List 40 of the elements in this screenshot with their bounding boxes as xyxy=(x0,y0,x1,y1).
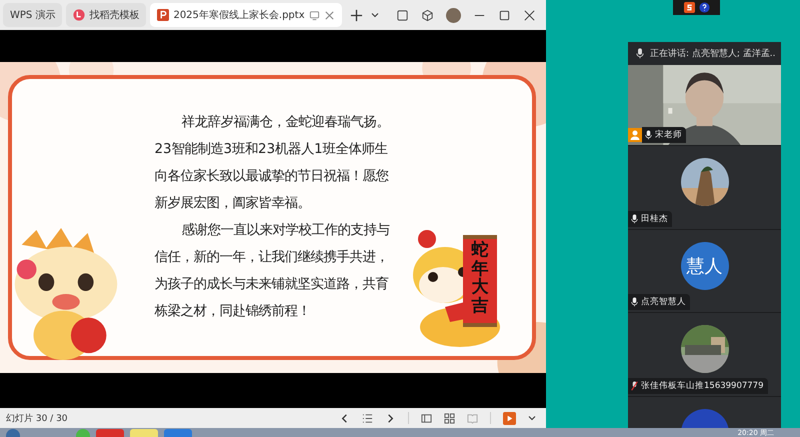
next-icon[interactable] xyxy=(385,412,396,424)
participant-name: 点亮智慧人 xyxy=(641,296,686,308)
slide-counter: 幻灯片 30 / 30 xyxy=(6,412,68,424)
tab[interactable]: WPS 演示 xyxy=(3,3,62,27)
dropdown-caret-icon[interactable] xyxy=(370,11,379,19)
microphone-icon[interactable] xyxy=(636,48,644,60)
slide-paragraph: 感谢您一直以来对学校工作的支持与信任，新的一年，让我们继续携手共进，为孩子的成长与未来铺就坚实道路，共育栋梁之材，同赴锦绣前程！ xyxy=(154,222,390,321)
presentation-file-icon xyxy=(157,9,170,21)
screen-icon[interactable] xyxy=(308,10,320,20)
previous-icon[interactable] xyxy=(339,412,350,424)
participant-name: 宋老师 xyxy=(655,129,682,142)
close-icon[interactable] xyxy=(523,8,536,22)
cube-icon[interactable] xyxy=(421,8,434,22)
user-avatar[interactable] xyxy=(446,8,461,22)
slide-paragraph: 祥龙辞岁福满仓，金蛇迎春瑞气扬。23智能制造3班和23机器人1班全体师生向各位家长致以最诚挚的节日祝福！愿您新岁展宏图，阖家皆幸福。 xyxy=(154,114,390,213)
avatar-initials: 慧人 xyxy=(680,242,728,290)
dropdown-caret-icon[interactable] xyxy=(528,414,536,422)
help-icon[interactable] xyxy=(698,2,710,13)
participant-tile[interactable]: 田桂杰 xyxy=(628,146,781,230)
participant-tile[interactable]: 张佳伟板车山推15639907779 xyxy=(628,313,781,397)
close-tab-icon[interactable] xyxy=(324,10,335,20)
tab[interactable]: 找稻壳模板 xyxy=(66,3,146,27)
scroll-text: 蛇年大吉 xyxy=(472,241,488,318)
participant-name: 张佳伟板车山推15639907779 xyxy=(641,380,764,392)
start-button[interactable] xyxy=(6,429,20,437)
input-method-icon[interactable] xyxy=(684,2,694,13)
speaking-status: 正在讲话: 点亮智慧人; 孟洋孟.. xyxy=(650,48,776,60)
template-logo-icon xyxy=(73,9,86,21)
normal-view-icon[interactable] xyxy=(421,412,432,424)
list-icon[interactable] xyxy=(362,412,373,424)
grid-view-icon[interactable] xyxy=(444,412,455,424)
new-tab-icon[interactable] xyxy=(350,8,363,22)
window-layout-icon[interactable] xyxy=(396,8,409,22)
maximize-icon[interactable] xyxy=(498,8,511,22)
tab[interactable]: 2025年寒假线上家长会.pptx xyxy=(150,3,342,27)
participant-tile[interactable]: 宋老师 xyxy=(628,65,781,146)
participant-name: 田桂杰 xyxy=(641,212,668,225)
play-button-icon[interactable] xyxy=(503,412,516,424)
participant-tile[interactable]: 慧人 点亮智慧人 xyxy=(628,230,781,314)
host-badge-icon xyxy=(628,128,642,142)
